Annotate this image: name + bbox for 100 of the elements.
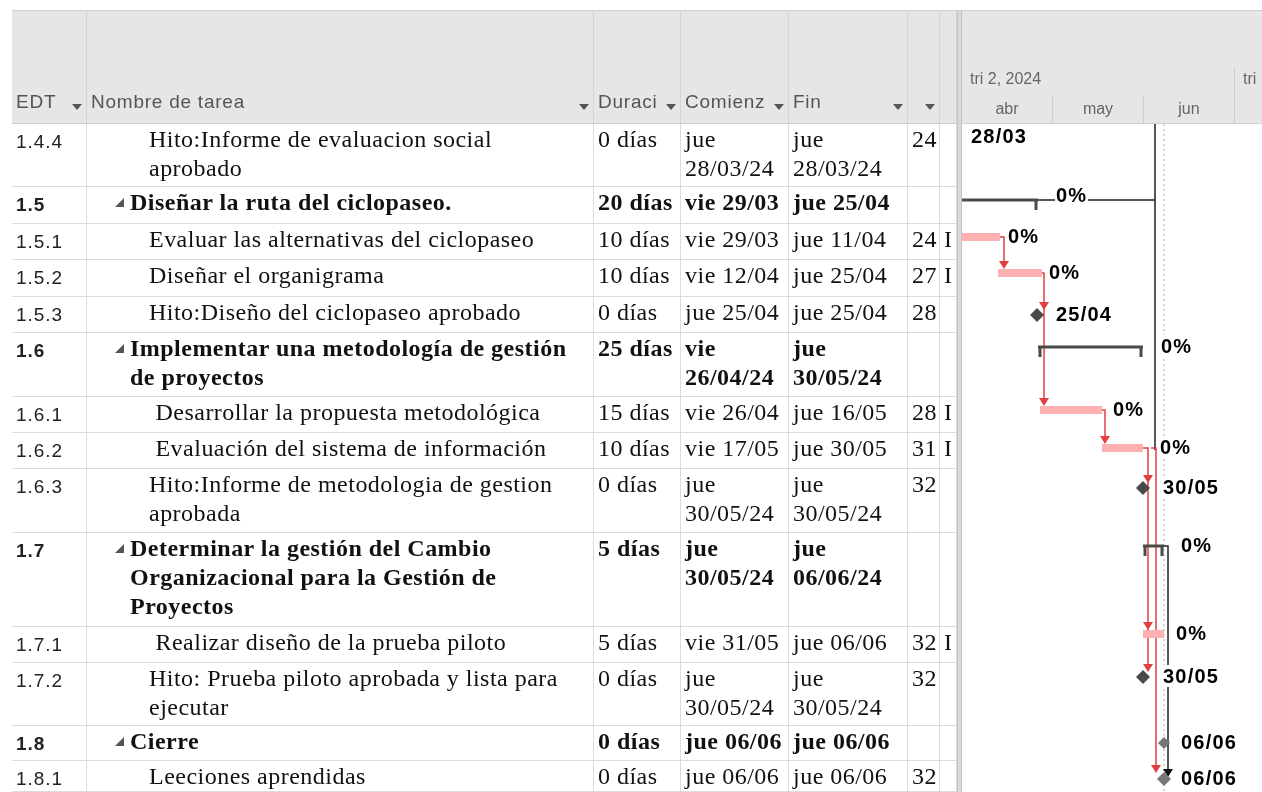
task-name: Hito:Informe de metodologia de gestion aprobada xyxy=(149,470,554,528)
predecessor-cell: 27 xyxy=(912,262,937,288)
start-date-cell: jue 25/04 xyxy=(685,299,780,325)
start-date-cell: vie 29/03 xyxy=(685,189,780,215)
resource-cell: I xyxy=(944,435,953,461)
finish-date-cell: jue 25/04 xyxy=(793,189,890,215)
start-date-cell: vie 17/05 xyxy=(685,435,780,461)
duration-cell: 25 días xyxy=(598,335,673,361)
task-name: Evaluación del sistema de información xyxy=(154,434,547,463)
duration-cell: 0 días xyxy=(598,665,658,691)
quarter-label: tri 2, 2024 xyxy=(970,70,1042,87)
task-bar xyxy=(998,269,1042,277)
predecessor-cell: 24 xyxy=(912,126,937,152)
predecessor-cell: 32 xyxy=(912,629,937,655)
milestone-diamond xyxy=(1157,772,1171,786)
collapse-triangle-icon[interactable] xyxy=(115,198,124,207)
start-date-cell: jue 06/06 xyxy=(685,763,780,789)
predecessor-cell: 32 xyxy=(912,665,937,691)
duration-cell: 0 días xyxy=(598,763,658,789)
wbs-code: 1.5.1 xyxy=(16,231,63,252)
resource-cell: I xyxy=(944,262,953,288)
start-date-cell: vie 31/05 xyxy=(685,629,780,655)
task-name: Implementar una metodología de gestión de proyectos xyxy=(130,334,568,392)
task-name: Evaluar las alternativas del ciclopaseo xyxy=(149,225,535,254)
finish-date-cell: jue 30/05 xyxy=(793,435,888,461)
finish-date-cell: jue 06/06 xyxy=(793,629,888,655)
wbs-code: 1.8.1 xyxy=(16,768,63,789)
quarter-label: tri xyxy=(1243,70,1257,87)
task-name: Realizar diseño de la prueba piloto xyxy=(154,628,507,657)
duration-cell: 0 días xyxy=(598,471,658,497)
column-header[interactable]: Fin xyxy=(789,11,908,123)
finish-date-cell: jue 06/06 xyxy=(793,763,888,789)
task-name: Diseñar el organigrama xyxy=(149,261,385,290)
dependency-arrow xyxy=(1100,409,1110,444)
duration-cell: 0 días xyxy=(598,299,658,325)
collapse-triangle-icon[interactable] xyxy=(115,737,124,746)
bar-label: 30/05 xyxy=(1162,665,1221,687)
wbs-code: 1.6.3 xyxy=(16,476,63,497)
collapse-triangle-icon[interactable] xyxy=(115,344,124,353)
task-name: Cierre xyxy=(130,727,200,756)
month-label: may xyxy=(1082,99,1114,119)
month-label: abr xyxy=(995,99,1019,119)
milestone-diamond xyxy=(1136,670,1150,684)
duration-cell: 10 días xyxy=(598,226,671,252)
predecessor-cell: 28 xyxy=(912,399,937,425)
task-name: Determinar la gestión del Cambio Organizacional para la Gestión de Proyectos xyxy=(130,534,498,621)
finish-date-cell: jue 06/06/24 xyxy=(793,535,883,590)
finish-date-cell: jue 06/06 xyxy=(793,728,890,754)
month-label: jun xyxy=(1178,99,1200,119)
wbs-code: 1.5.2 xyxy=(16,267,63,288)
resource-cell: I xyxy=(944,399,953,425)
task-bar xyxy=(1143,630,1164,638)
wbs-code: 1.6.2 xyxy=(16,440,63,461)
wbs-code: 1.8 xyxy=(16,733,46,754)
duration-cell: 10 días xyxy=(598,262,671,288)
wbs-code: 1.7 xyxy=(16,540,46,561)
task-name: Hito: Prueba piloto aprobada y lista para ejecutar xyxy=(149,664,559,722)
duration-cell: 5 días xyxy=(598,629,658,655)
duration-cell: 0 días xyxy=(598,126,658,152)
wbs-code: 1.5.3 xyxy=(16,304,63,325)
task-name: Hito:Informe de evaluacion social aprobado xyxy=(149,125,494,183)
predecessor-cell: 32 xyxy=(912,471,937,497)
task-name: Desarrollar la propuesta metodológica xyxy=(154,398,541,427)
wbs-code: 1.5 xyxy=(16,194,46,215)
summary-bar xyxy=(1141,544,1166,558)
predecessor-cell: 24 xyxy=(912,226,937,252)
start-date-cell: vie 12/04 xyxy=(685,262,780,288)
duration-cell: 10 días xyxy=(598,435,671,461)
start-date-cell: vie 29/03 xyxy=(685,226,780,252)
finish-date-cell: jue 11/04 xyxy=(793,226,887,252)
wbs-code: 1.6.1 xyxy=(16,404,63,425)
task-name: Diseñar la ruta del ciclopaseo. xyxy=(130,188,452,217)
resource-cell: I xyxy=(944,629,953,655)
column-header[interactable]: Duraci xyxy=(594,11,681,123)
collapse-triangle-icon[interactable] xyxy=(115,544,124,553)
bar-label: 0% xyxy=(1160,335,1194,357)
column-header[interactable]: EDT xyxy=(12,11,87,123)
predecessor-cell: 32 xyxy=(912,763,937,789)
finish-date-cell: jue 25/04 xyxy=(793,262,888,288)
wbs-code: 1.7.1 xyxy=(16,634,63,655)
wbs-code: 1.6 xyxy=(16,340,46,361)
task-bar xyxy=(962,233,1000,241)
column-header[interactable]: Comienz xyxy=(681,11,789,123)
predecessor-cell: 28 xyxy=(912,299,937,325)
milestone-diamond xyxy=(1136,481,1150,495)
bar-label: 30/05 xyxy=(1162,476,1221,498)
task-bar xyxy=(1102,444,1143,452)
milestone-diamond xyxy=(1030,308,1044,322)
finish-date-cell: jue 16/05 xyxy=(793,399,888,425)
resource-cell: I xyxy=(944,226,953,252)
task-name: Leeciones aprendidas xyxy=(149,762,366,791)
task-name: Hito:Diseño del ciclopaseo aprobado xyxy=(149,298,522,327)
start-date-cell: jue 06/06 xyxy=(685,728,782,754)
column-header[interactable]: Nombre de tarea xyxy=(87,11,594,123)
milestone-diamond xyxy=(1158,737,1170,749)
wbs-code: 1.4.4 xyxy=(16,131,63,152)
wbs-code: 1.7.2 xyxy=(16,670,63,691)
duration-cell: 5 días xyxy=(598,535,661,561)
task-bar xyxy=(1040,406,1102,414)
bar-label: 0% xyxy=(1159,436,1193,458)
